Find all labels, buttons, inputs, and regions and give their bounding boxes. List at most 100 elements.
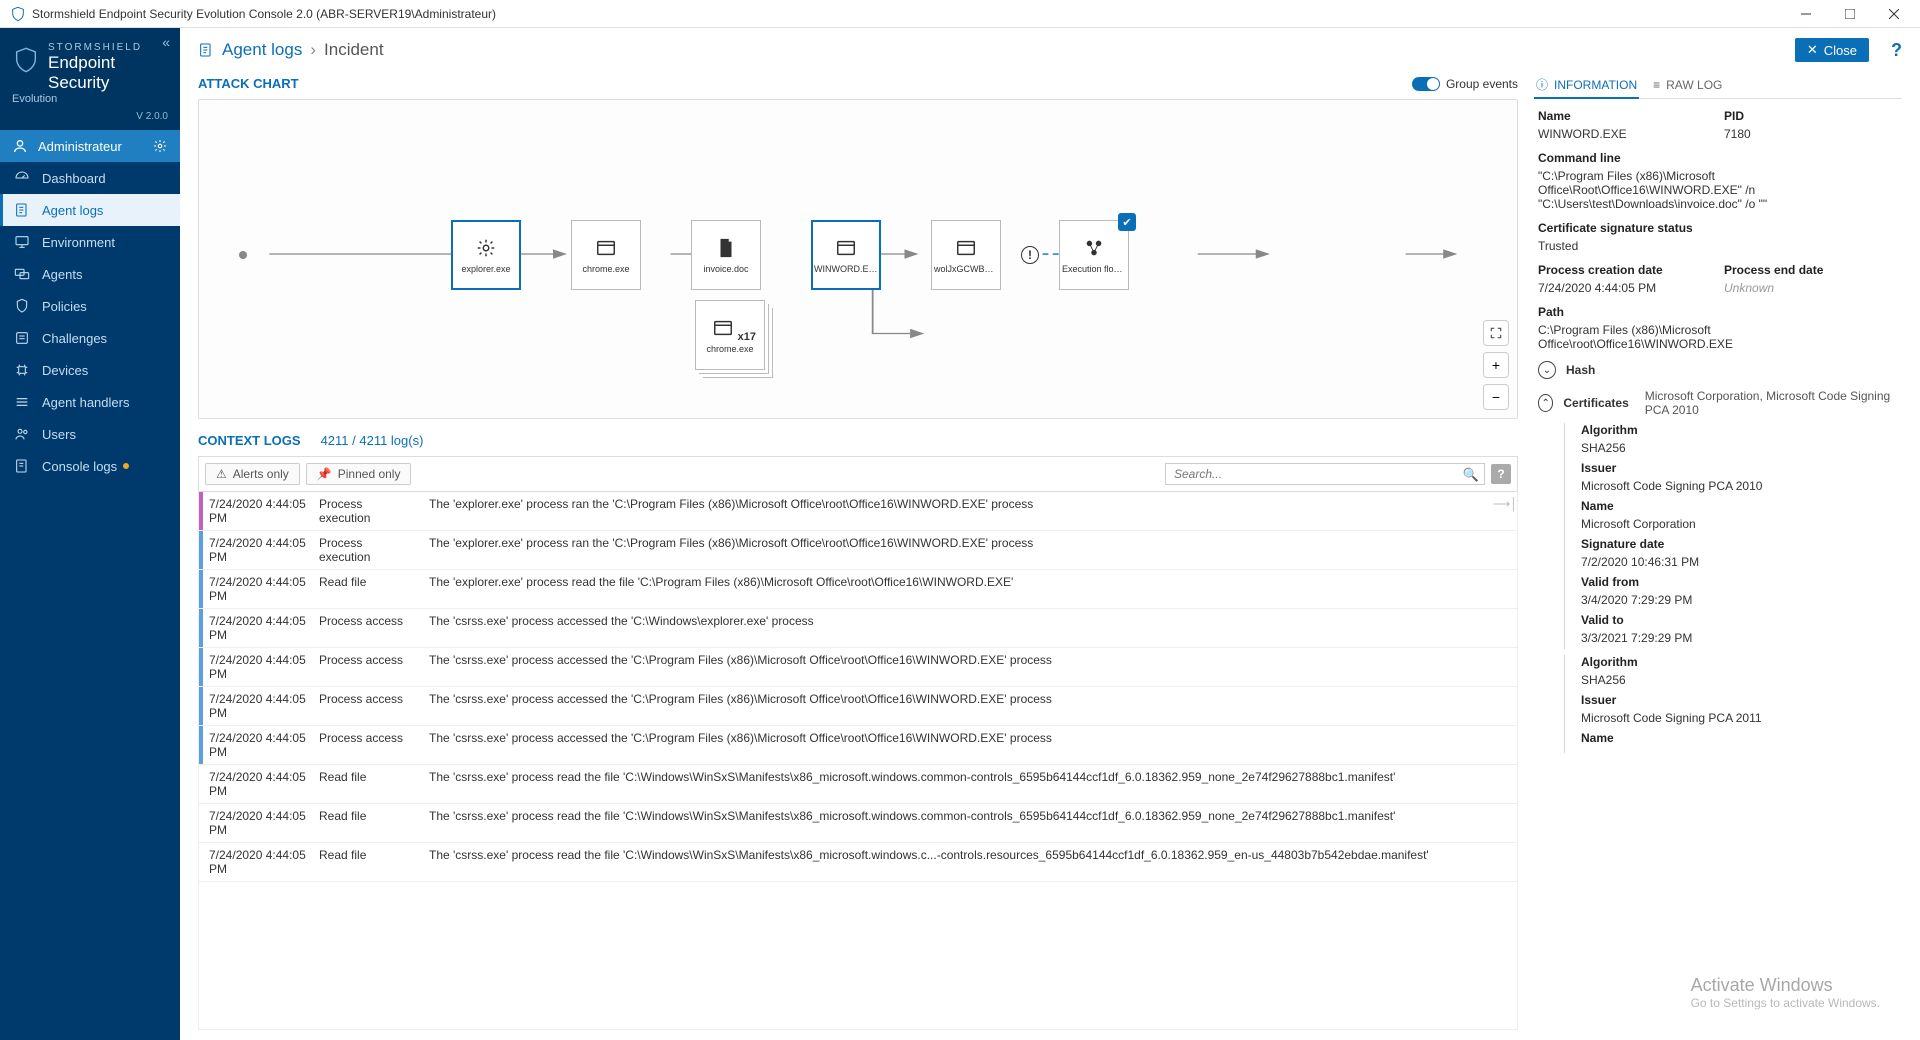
node-winword[interactable]: WINWORD.EXE xyxy=(811,220,881,290)
log-row[interactable]: 7/24/2020 4:44:05 PMRead fileThe 'explor… xyxy=(199,570,1517,609)
log-row[interactable]: 7/24/2020 4:44:05 PMProcess accessThe 'c… xyxy=(199,726,1517,765)
gear-icon xyxy=(474,236,498,260)
help-icon[interactable]: ? xyxy=(1891,40,1902,61)
pin-icon[interactable] xyxy=(1493,609,1517,619)
zoom-out-button[interactable]: − xyxy=(1483,384,1509,410)
log-row[interactable]: 7/24/2020 4:44:05 PMRead fileThe 'csrss.… xyxy=(199,804,1517,843)
maximize-button[interactable] xyxy=(1828,0,1872,28)
log-row[interactable]: 7/24/2020 4:44:05 PMProcess executionThe… xyxy=(199,531,1517,570)
log-action: Process execution xyxy=(313,531,423,569)
warning-icon[interactable]: ! xyxy=(1021,246,1039,264)
breadcrumb-root[interactable]: Agent logs xyxy=(222,40,302,60)
minimize-button[interactable] xyxy=(1784,0,1828,28)
devices-icon xyxy=(14,362,30,378)
sidebar-item-policies[interactable]: Policies xyxy=(0,290,180,322)
search-input[interactable] xyxy=(1165,463,1485,485)
sidebar-item-label: Agent handlers xyxy=(42,395,129,410)
sidebar-admin[interactable]: Administrateur xyxy=(0,130,180,162)
pin-icon[interactable]: ⟶│ xyxy=(1493,492,1517,516)
log-action: Read file xyxy=(313,570,423,594)
breadcrumb-icon xyxy=(198,42,214,58)
node-execution-flow[interactable]: ✔ Execution flow... xyxy=(1059,220,1129,290)
close-window-button[interactable] xyxy=(1872,0,1916,28)
pin-icon[interactable] xyxy=(1493,726,1517,736)
pin-icon: 📌 xyxy=(317,467,332,481)
log-row[interactable]: 7/24/2020 4:44:05 PMProcess accessThe 'c… xyxy=(199,609,1517,648)
window-icon xyxy=(954,236,978,260)
log-row[interactable]: 7/24/2020 4:44:05 PMProcess executionThe… xyxy=(199,492,1517,531)
sidebar-item-label: Policies xyxy=(42,299,87,314)
sidebar-item-label: Environment xyxy=(42,235,115,250)
node-chrome[interactable]: chrome.exe xyxy=(571,220,641,290)
log-description: The 'csrss.exe' process accessed the 'C:… xyxy=(423,648,1493,672)
log-row[interactable]: 7/24/2020 4:44:05 PMProcess accessThe 'c… xyxy=(199,648,1517,687)
log-timestamp: 7/24/2020 4:44:05 PM xyxy=(203,492,313,530)
attack-chart[interactable]: explorer.exe chrome.exe invoice.doc xyxy=(198,99,1518,419)
context-logs-table[interactable]: 7/24/2020 4:44:05 PMProcess executionThe… xyxy=(198,492,1518,1030)
log-description: The 'csrss.exe' process accessed the 'C:… xyxy=(423,726,1493,750)
context-logs-toolbar: ⚠Alerts only 📌Pinned only 🔍 ? xyxy=(198,456,1518,492)
context-help-icon[interactable]: ? xyxy=(1491,464,1511,484)
log-row[interactable]: 7/24/2020 4:44:05 PMRead fileThe 'csrss.… xyxy=(199,765,1517,804)
search-icon[interactable]: 🔍 xyxy=(1463,467,1479,483)
pin-icon[interactable] xyxy=(1493,843,1517,853)
brand-block: « STORMSHIELD Endpoint Security Evolutio… xyxy=(0,28,180,130)
sidebar-item-label: Challenges xyxy=(42,331,107,346)
brand-shield-icon xyxy=(12,46,40,74)
log-row[interactable]: 7/24/2020 4:44:05 PMRead fileThe 'csrss.… xyxy=(199,843,1517,882)
node-chrome-stack[interactable]: x17 chrome.exe xyxy=(695,300,765,370)
sidebar-item-devices[interactable]: Devices xyxy=(0,354,180,386)
brand-version: V 2.0.0 xyxy=(12,111,168,122)
chevron-up-icon: ⌃ xyxy=(1538,394,1553,412)
alerts-only-button[interactable]: ⚠Alerts only xyxy=(205,463,300,485)
sidebar-item-users[interactable]: Users xyxy=(0,418,180,450)
sidebar-item-agent-logs[interactable]: Agent logs xyxy=(0,194,180,226)
node-explorer[interactable]: explorer.exe xyxy=(451,220,521,290)
pin-icon[interactable] xyxy=(1493,531,1517,541)
sidebar-item-challenges[interactable]: Challenges xyxy=(0,322,180,354)
fullscreen-button[interactable] xyxy=(1483,320,1509,346)
gear-icon[interactable] xyxy=(152,138,168,154)
zoom-in-button[interactable]: + xyxy=(1483,352,1509,378)
close-incident-button[interactable]: ✕Close xyxy=(1795,38,1869,62)
search-box: 🔍 xyxy=(1165,463,1485,485)
pin-icon[interactable] xyxy=(1493,687,1517,697)
log-action: Process access xyxy=(313,609,423,633)
context-logs-count: 4211 / 4211 log(s) xyxy=(321,433,424,448)
log-row[interactable]: 7/24/2020 4:44:05 PMProcess accessThe 'c… xyxy=(199,687,1517,726)
collapse-sidebar-icon[interactable]: « xyxy=(162,34,170,50)
group-events-toggle[interactable]: Group events xyxy=(1412,77,1518,91)
sidebar-item-environment[interactable]: Environment xyxy=(0,226,180,258)
pin-icon[interactable] xyxy=(1493,648,1517,658)
log-description: The 'explorer.exe' process read the file… xyxy=(423,570,1493,594)
tab-raw-log[interactable]: ≡RAW LOG xyxy=(1651,72,1724,98)
app-shield-icon xyxy=(10,6,26,22)
log-timestamp: 7/24/2020 4:44:05 PM xyxy=(203,570,313,608)
window-icon xyxy=(711,316,735,340)
info-icon: ⓘ xyxy=(1536,76,1548,93)
breadcrumb-sep: › xyxy=(310,40,316,60)
sidebar-item-agents[interactable]: Agents xyxy=(0,258,180,290)
pin-icon[interactable] xyxy=(1493,804,1517,814)
sidebar-item-label: Users xyxy=(42,427,76,442)
node-wol[interactable]: wolJxGCWBZ.e... xyxy=(931,220,1001,290)
console-logs-icon xyxy=(14,458,30,474)
pin-icon[interactable] xyxy=(1493,570,1517,580)
brand-line3: Evolution xyxy=(12,93,168,105)
flow-icon xyxy=(1082,236,1106,260)
sidebar-item-agent-handlers[interactable]: Agent handlers xyxy=(0,386,180,418)
users-icon xyxy=(14,426,30,442)
sidebar-item-dashboard[interactable]: Dashboard xyxy=(0,162,180,194)
sidebar-item-console-logs[interactable]: Console logs xyxy=(0,450,180,482)
hash-expander[interactable]: ⌄ Hash xyxy=(1538,361,1898,379)
node-invoice-doc[interactable]: invoice.doc xyxy=(691,220,761,290)
check-badge-icon: ✔ xyxy=(1118,213,1136,231)
tab-information[interactable]: ⓘINFORMATION xyxy=(1534,72,1639,99)
flow-origin-icon xyxy=(239,251,247,259)
log-timestamp: 7/24/2020 4:44:05 PM xyxy=(203,804,313,842)
pin-icon[interactable] xyxy=(1493,765,1517,775)
pinned-only-button[interactable]: 📌Pinned only xyxy=(306,463,412,485)
alert-icon: ⚠ xyxy=(216,467,227,481)
certificates-expander[interactable]: ⌃ Certificates Microsoft Corporation, Mi… xyxy=(1538,389,1898,417)
window-icon xyxy=(834,236,858,260)
